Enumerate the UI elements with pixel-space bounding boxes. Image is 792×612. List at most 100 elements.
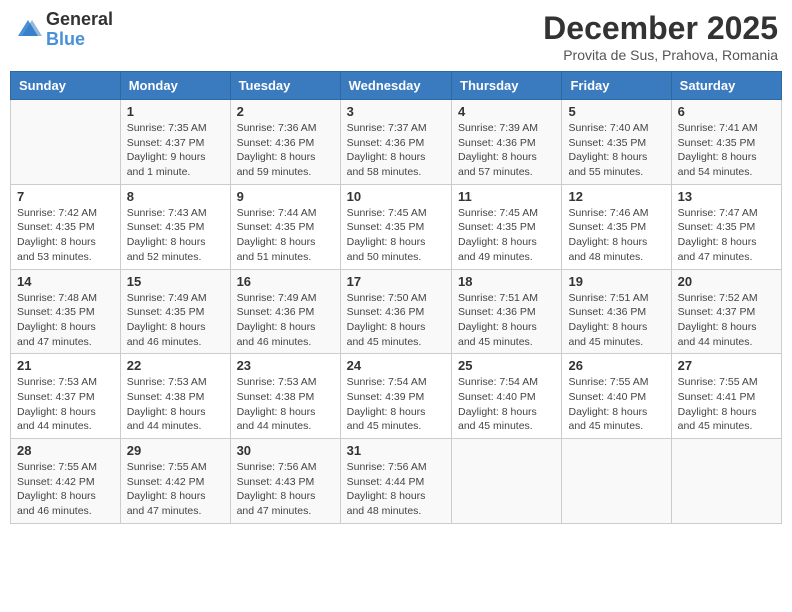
calendar-cell: 14 Sunrise: 7:48 AMSunset: 4:35 PMDayligh… [11, 269, 121, 354]
day-info: Sunrise: 7:49 AMSunset: 4:36 PMDaylight:… [237, 291, 334, 350]
calendar-cell: 28Sunrise: 7:55 AMSunset: 4:42 PMDayligh… [11, 439, 121, 524]
day-info: Sunrise: 7:46 AMSunset: 4:35 PMDaylight:… [568, 206, 664, 265]
calendar-cell: 20 Sunrise: 7:52 AMSunset: 4:37 PMDayligh… [671, 269, 781, 354]
weekday-header-thursday: Thursday [452, 72, 562, 100]
day-number: 5 [568, 104, 664, 119]
day-info: Sunrise: 7:43 AMSunset: 4:35 PMDaylight:… [127, 206, 224, 265]
day-info: Sunrise: 7:51 AMSunset: 4:36 PMDaylight:… [458, 291, 555, 350]
day-info: Sunrise: 7:50 AMSunset: 4:36 PMDaylight:… [347, 291, 445, 350]
calendar-cell [671, 439, 781, 524]
calendar-week-row: 28Sunrise: 7:55 AMSunset: 4:42 PMDayligh… [11, 439, 782, 524]
calendar-cell: 18Sunrise: 7:51 AMSunset: 4:36 PMDayligh… [452, 269, 562, 354]
calendar-cell: 17 Sunrise: 7:50 AMSunset: 4:36 PMDayligh… [340, 269, 451, 354]
weekday-header-row: SundayMondayTuesdayWednesdayThursdayFrid… [11, 72, 782, 100]
day-number: 17 [347, 274, 445, 289]
calendar-cell: 5 Sunrise: 7:40 AMSunset: 4:35 PMDaylight… [562, 100, 671, 185]
day-number: 30 [237, 443, 334, 458]
day-number: 15 [127, 274, 224, 289]
calendar-cell: 22 Sunrise: 7:53 AMSunset: 4:38 PMDayligh… [120, 354, 230, 439]
calendar-cell: 21 Sunrise: 7:53 AMSunset: 4:37 PMDayligh… [11, 354, 121, 439]
calendar-cell: 3 Sunrise: 7:37 AMSunset: 4:36 PMDaylight… [340, 100, 451, 185]
calendar-cell: 8 Sunrise: 7:43 AMSunset: 4:35 PMDaylight… [120, 184, 230, 269]
day-info: Sunrise: 7:54 AMSunset: 4:40 PMDaylight:… [458, 375, 555, 434]
day-info: Sunrise: 7:35 AMSunset: 4:37 PMDaylight:… [127, 121, 224, 180]
logo-blue-text: Blue [46, 30, 113, 50]
day-info: Sunrise: 7:37 AMSunset: 4:36 PMDaylight:… [347, 121, 445, 180]
day-info: Sunrise: 7:48 AMSunset: 4:35 PMDaylight:… [17, 291, 114, 350]
calendar-week-row: 7Sunrise: 7:42 AMSunset: 4:35 PMDaylight… [11, 184, 782, 269]
calendar-cell: 6 Sunrise: 7:41 AMSunset: 4:35 PMDaylight… [671, 100, 781, 185]
calendar-cell: 25Sunrise: 7:54 AMSunset: 4:40 PMDayligh… [452, 354, 562, 439]
day-info: Sunrise: 7:39 AMSunset: 4:36 PMDaylight:… [458, 121, 555, 180]
calendar-week-row: 1 Sunrise: 7:35 AMSunset: 4:37 PMDaylight… [11, 100, 782, 185]
day-info: Sunrise: 7:53 AMSunset: 4:37 PMDaylight:… [17, 375, 114, 434]
day-info: Sunrise: 7:53 AMSunset: 4:38 PMDaylight:… [237, 375, 334, 434]
calendar-cell: 15 Sunrise: 7:49 AMSunset: 4:35 PMDayligh… [120, 269, 230, 354]
logo: General Blue [14, 10, 113, 50]
calendar-cell: 4 Sunrise: 7:39 AMSunset: 4:36 PMDaylight… [452, 100, 562, 185]
calendar-cell [11, 100, 121, 185]
day-info: Sunrise: 7:55 AMSunset: 4:42 PMDaylight:… [127, 460, 224, 519]
weekday-header-friday: Friday [562, 72, 671, 100]
day-info: Sunrise: 7:52 AMSunset: 4:37 PMDaylight:… [678, 291, 775, 350]
calendar-cell: 29 Sunrise: 7:55 AMSunset: 4:42 PMDayligh… [120, 439, 230, 524]
calendar-cell: 13 Sunrise: 7:47 AMSunset: 4:35 PMDayligh… [671, 184, 781, 269]
day-number: 11 [458, 189, 555, 204]
day-number: 27 [678, 358, 775, 373]
title-section: December 2025 Provita de Sus, Prahova, R… [543, 10, 778, 63]
logo-text: General Blue [46, 10, 113, 50]
day-number: 20 [678, 274, 775, 289]
day-info: Sunrise: 7:53 AMSunset: 4:38 PMDaylight:… [127, 375, 224, 434]
day-info: Sunrise: 7:45 AMSunset: 4:35 PMDaylight:… [347, 206, 445, 265]
calendar-cell: 16Sunrise: 7:49 AMSunset: 4:36 PMDayligh… [230, 269, 340, 354]
day-number: 31 [347, 443, 445, 458]
day-info: Sunrise: 7:42 AMSunset: 4:35 PMDaylight:… [17, 206, 114, 265]
weekday-header-wednesday: Wednesday [340, 72, 451, 100]
location-text: Provita de Sus, Prahova, Romania [543, 47, 778, 63]
calendar-cell: 19 Sunrise: 7:51 AMSunset: 4:36 PMDayligh… [562, 269, 671, 354]
day-number: 1 [127, 104, 224, 119]
day-number: 26 [568, 358, 664, 373]
day-info: Sunrise: 7:47 AMSunset: 4:35 PMDaylight:… [678, 206, 775, 265]
day-number: 8 [127, 189, 224, 204]
calendar-cell: 11Sunrise: 7:45 AMSunset: 4:35 PMDayligh… [452, 184, 562, 269]
day-info: Sunrise: 7:49 AMSunset: 4:35 PMDaylight:… [127, 291, 224, 350]
calendar-table: SundayMondayTuesdayWednesdayThursdayFrid… [10, 71, 782, 524]
day-number: 19 [568, 274, 664, 289]
day-number: 4 [458, 104, 555, 119]
logo-general-text: General [46, 10, 113, 30]
weekday-header-tuesday: Tuesday [230, 72, 340, 100]
calendar-cell: 9Sunrise: 7:44 AMSunset: 4:35 PMDaylight… [230, 184, 340, 269]
calendar-cell: 23 Sunrise: 7:53 AMSunset: 4:38 PMDayligh… [230, 354, 340, 439]
weekday-header-saturday: Saturday [671, 72, 781, 100]
calendar-week-row: 21 Sunrise: 7:53 AMSunset: 4:37 PMDayligh… [11, 354, 782, 439]
calendar-cell: 26 Sunrise: 7:55 AMSunset: 4:40 PMDayligh… [562, 354, 671, 439]
day-number: 24 [347, 358, 445, 373]
calendar-cell: 24Sunrise: 7:54 AMSunset: 4:39 PMDayligh… [340, 354, 451, 439]
day-number: 22 [127, 358, 224, 373]
day-number: 14 [17, 274, 114, 289]
weekday-header-monday: Monday [120, 72, 230, 100]
day-info: Sunrise: 7:36 AMSunset: 4:36 PMDaylight:… [237, 121, 334, 180]
calendar-cell: 12 Sunrise: 7:46 AMSunset: 4:35 PMDayligh… [562, 184, 671, 269]
weekday-header-sunday: Sunday [11, 72, 121, 100]
calendar-cell [452, 439, 562, 524]
day-number: 13 [678, 189, 775, 204]
day-info: Sunrise: 7:41 AMSunset: 4:35 PMDaylight:… [678, 121, 775, 180]
day-info: Sunrise: 7:40 AMSunset: 4:35 PMDaylight:… [568, 121, 664, 180]
day-number: 3 [347, 104, 445, 119]
day-number: 23 [237, 358, 334, 373]
day-number: 21 [17, 358, 114, 373]
calendar-cell [562, 439, 671, 524]
calendar-week-row: 14 Sunrise: 7:48 AMSunset: 4:35 PMDayligh… [11, 269, 782, 354]
day-number: 29 [127, 443, 224, 458]
day-number: 12 [568, 189, 664, 204]
day-number: 6 [678, 104, 775, 119]
day-info: Sunrise: 7:55 AMSunset: 4:42 PMDaylight:… [17, 460, 114, 519]
day-info: Sunrise: 7:51 AMSunset: 4:36 PMDaylight:… [568, 291, 664, 350]
calendar-cell: 7Sunrise: 7:42 AMSunset: 4:35 PMDaylight… [11, 184, 121, 269]
day-number: 2 [237, 104, 334, 119]
day-info: Sunrise: 7:55 AMSunset: 4:40 PMDaylight:… [568, 375, 664, 434]
calendar-cell: 10Sunrise: 7:45 AMSunset: 4:35 PMDayligh… [340, 184, 451, 269]
calendar-cell: 27Sunrise: 7:55 AMSunset: 4:41 PMDayligh… [671, 354, 781, 439]
